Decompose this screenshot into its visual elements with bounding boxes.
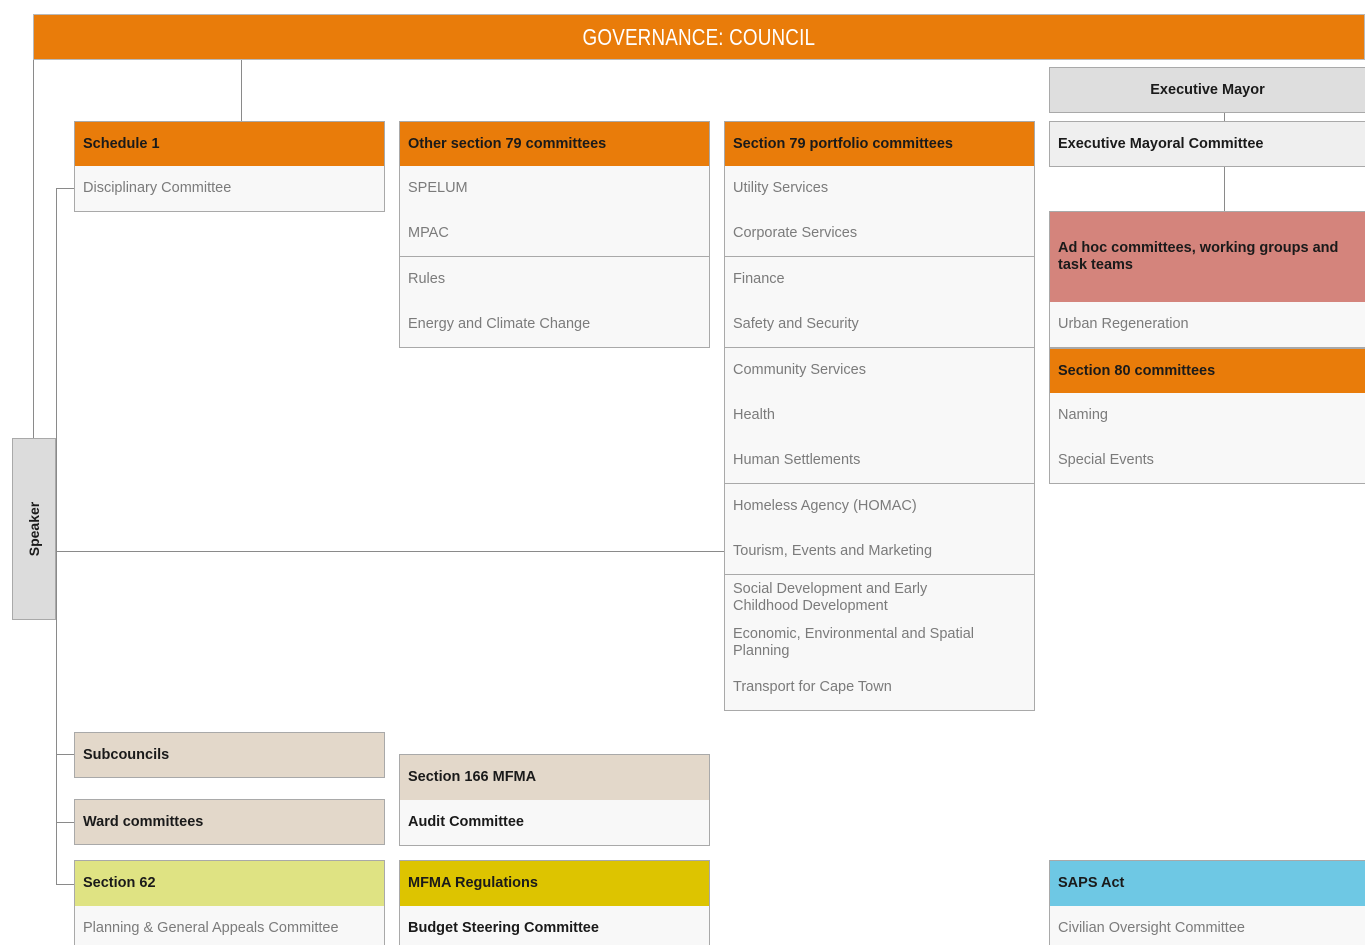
s166-item: Audit Committee	[399, 800, 710, 846]
speaker-label: Speaker	[26, 501, 43, 557]
other-s79-item: SPELUM	[399, 166, 710, 212]
urban-regeneration-label: Urban Regeneration	[1058, 316, 1189, 332]
other-s79-item: MPAC	[399, 211, 710, 257]
other-s79-header: Other section 79 committees	[399, 121, 710, 167]
portfolio-item: Corporate Services	[724, 211, 1035, 257]
subcouncils-box: Subcouncils	[74, 732, 385, 778]
s62-item: Planning & General Appeals Committee	[74, 906, 385, 945]
other-s79-item-label: MPAC	[408, 225, 449, 241]
portfolio-item: Transport for Cape Town	[724, 665, 1035, 711]
planning-appeals-committee-label: Planning & General Appeals Committee	[83, 920, 339, 936]
mfma-regulations-label: MFMA Regulations	[408, 875, 538, 891]
portfolio-item-label: Utility Services	[733, 180, 829, 196]
connector-line	[33, 60, 34, 438]
portfolio-item: Health	[724, 393, 1035, 439]
executive-mayoral-committee-box: Executive Mayoral Committee	[1049, 121, 1365, 167]
connector-line	[241, 60, 242, 121]
ward-committees-box: Ward committees	[74, 799, 385, 845]
connector-line	[56, 188, 74, 189]
civilian-oversight-committee-label: Civilian Oversight Committee	[1058, 920, 1245, 936]
portfolio-item: Finance	[724, 257, 1035, 303]
portfolio-item: Tourism, Events and Marketing	[724, 529, 1035, 575]
portfolio-item-label: Tourism, Events and Marketing	[733, 543, 933, 559]
portfolio-item: Homeless Agency (HOMAC)	[724, 484, 1035, 530]
other-s79-item-label: SPELUM	[408, 180, 468, 196]
adhoc-item: Urban Regeneration	[1049, 302, 1365, 348]
mfma-regulations-item: Budget Steering Committee	[399, 906, 710, 945]
connector-line	[56, 754, 74, 755]
portfolio-item-label: Economic, Environmental and Spatial Plan…	[733, 625, 974, 659]
portfolio-item: Community Services	[724, 348, 1035, 394]
portfolio-item-label: Transport for Cape Town	[733, 679, 892, 695]
s62-header: Section 62	[74, 860, 385, 907]
subcouncils-label: Subcouncils	[83, 746, 170, 763]
s62-label: Section 62	[83, 875, 156, 891]
connector-line	[56, 551, 724, 552]
s166-mfma-label: Section 166 MFMA	[408, 769, 537, 785]
portfolio-s79-header: Section 79 portfolio committees	[724, 121, 1035, 167]
s80-committees-header: Section 80 committees	[1049, 348, 1365, 394]
governance-council-banner: GOVERNANCE: COUNCIL	[33, 14, 1365, 60]
saps-act-label: SAPS Act	[1058, 875, 1125, 891]
portfolio-item-label: Human Settlements	[733, 452, 861, 468]
schedule-1-label: Schedule 1	[83, 135, 160, 152]
schedule-1-header: Schedule 1	[74, 121, 385, 167]
adhoc-committees-header: Ad hoc committees, working groups and ta…	[1049, 211, 1365, 303]
disciplinary-committee-label: Disciplinary Committee	[83, 180, 232, 196]
s80-committees-label: Section 80 committees	[1058, 362, 1216, 379]
connector-line	[56, 188, 57, 885]
budget-steering-committee-label: Budget Steering Committee	[408, 920, 599, 936]
connector-line	[56, 884, 74, 885]
portfolio-item-label: Homeless Agency (HOMAC)	[733, 498, 917, 514]
portfolio-item: Utility Services	[724, 166, 1035, 212]
portfolio-item-label: Health	[733, 407, 775, 423]
adhoc-committees-label: Ad hoc committees, working groups and ta…	[1058, 240, 1339, 273]
speaker-node: Speaker	[12, 438, 56, 620]
saps-act-item: Civilian Oversight Committee	[1049, 906, 1365, 945]
connector-line	[1224, 166, 1225, 211]
other-s79-item-label: Energy and Climate Change	[408, 316, 591, 332]
portfolio-s79-label: Section 79 portfolio committees	[733, 135, 953, 152]
s80-item: Special Events	[1049, 438, 1365, 484]
other-s79-label: Other section 79 committees	[408, 135, 607, 152]
portfolio-item: Safety and Security	[724, 302, 1035, 348]
other-s79-item: Rules	[399, 257, 710, 303]
schedule-1-item: Disciplinary Committee	[74, 166, 385, 212]
saps-act-header: SAPS Act	[1049, 860, 1365, 907]
other-s79-item: Energy and Climate Change	[399, 302, 710, 348]
portfolio-item-label: Community Services	[733, 362, 866, 378]
portfolio-item-label: Corporate Services	[733, 225, 858, 241]
executive-mayor-label: Executive Mayor	[1150, 81, 1265, 98]
portfolio-item-label: Social Development and Early Childhood D…	[733, 580, 928, 614]
banner-title: GOVERNANCE: COUNCIL	[582, 23, 816, 50]
connector-line	[1224, 113, 1225, 121]
s80-item-label: Naming	[1058, 407, 1108, 423]
portfolio-item: Human Settlements	[724, 438, 1035, 484]
connector-line	[56, 822, 74, 823]
other-s79-item-label: Rules	[408, 271, 446, 287]
portfolio-item: Social Development and Early Childhood D…	[724, 575, 1035, 621]
portfolio-item-label: Safety and Security	[733, 316, 859, 332]
mfma-regulations-header: MFMA Regulations	[399, 860, 710, 907]
s80-item-label: Special Events	[1058, 452, 1154, 468]
portfolio-item: Economic, Environmental and Spatial Plan…	[724, 620, 1035, 666]
portfolio-item-label: Finance	[733, 271, 785, 287]
executive-mayoral-committee-label: Executive Mayoral Committee	[1058, 135, 1264, 152]
executive-mayor-box: Executive Mayor	[1049, 67, 1365, 113]
s80-item: Naming	[1049, 393, 1365, 439]
ward-committees-label: Ward committees	[83, 813, 204, 830]
audit-committee-label: Audit Committee	[408, 814, 524, 830]
s166-mfma-header: Section 166 MFMA	[399, 754, 710, 801]
